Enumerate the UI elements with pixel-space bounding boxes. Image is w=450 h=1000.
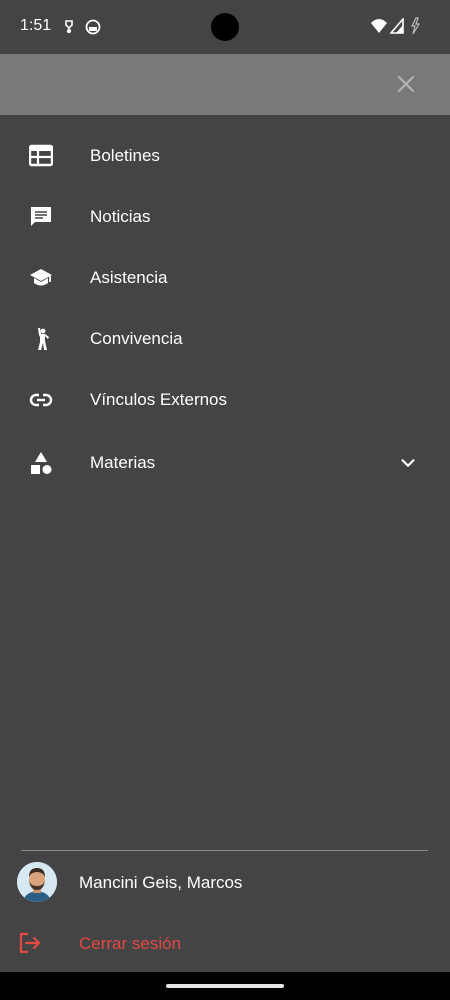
menu-label: Convivencia	[90, 329, 183, 348]
moon-icon[interactable]	[30, 71, 56, 97]
menu-item-convivencia[interactable]: Convivencia	[0, 309, 450, 370]
avatar-image	[17, 862, 57, 902]
menu-item-materias[interactable]: Materias	[0, 433, 450, 494]
menu-label: Vínculos Externos	[90, 390, 228, 409]
logout-label: Cerrar sesión	[79, 934, 182, 953]
menu-item-vinculos-externos[interactable]: Vínculos Externos	[0, 370, 450, 431]
link-icon	[29, 393, 53, 407]
navigation-bar	[0, 972, 450, 1000]
menu-item-boletines[interactable]: Boletines	[0, 126, 450, 187]
menu-label: Materias	[90, 453, 156, 472]
divider	[21, 850, 428, 851]
avatar	[17, 862, 57, 902]
school-icon	[30, 269, 52, 286]
close-icon[interactable]	[394, 72, 418, 96]
app-status-icon	[85, 19, 101, 35]
logout-button[interactable]: Cerrar sesión	[0, 914, 450, 972]
shapes-icon	[31, 452, 52, 474]
menu-label: Noticias	[90, 207, 151, 226]
notification-icon	[65, 20, 73, 34]
menu-item-noticias[interactable]: Noticias	[0, 187, 450, 248]
logout-icon	[19, 932, 41, 954]
chevron-down-icon[interactable]	[397, 452, 419, 474]
app-screen: 1:51 Boletines Noticias Asistencia Convi…	[0, 0, 450, 1000]
user-name: Mancini Geis, Marcos	[79, 873, 243, 892]
user-profile-row[interactable]: Mancini Geis, Marcos	[0, 852, 450, 914]
menu-item-asistencia[interactable]: Asistencia	[0, 248, 450, 309]
camera-cutout	[211, 13, 239, 41]
status-time: 1:51	[20, 17, 52, 34]
menu-label: Boletines	[90, 146, 160, 165]
status-bar: 1:51	[0, 0, 450, 54]
chat-icon	[31, 207, 51, 226]
battery-icon	[411, 17, 421, 35]
table-icon	[29, 144, 53, 167]
drawer-header	[0, 54, 450, 115]
wifi-icon	[371, 19, 387, 33]
home-indicator[interactable]	[166, 984, 284, 988]
menu-label: Asistencia	[90, 268, 168, 287]
signal-icon	[390, 18, 404, 34]
person-wave-icon	[38, 328, 49, 350]
